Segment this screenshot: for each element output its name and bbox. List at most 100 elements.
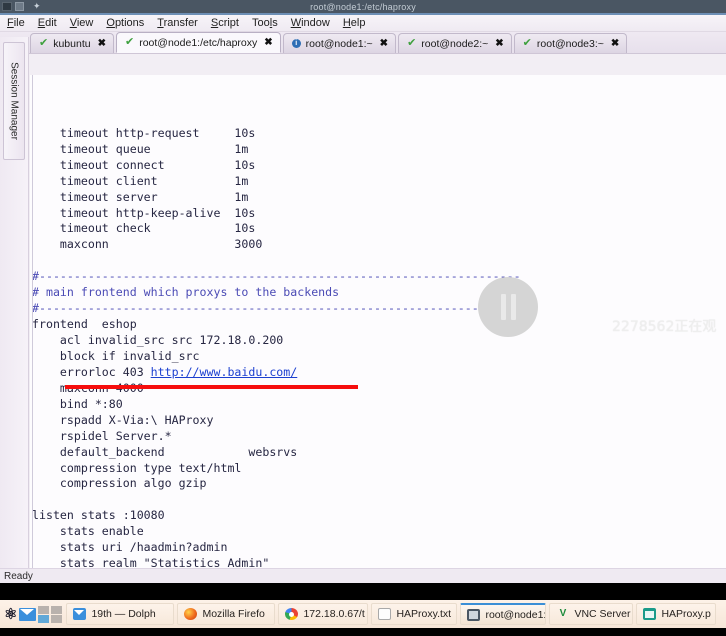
- securecrt-window: File Edit View Options Transfer Script T…: [0, 15, 726, 583]
- menu-tools[interactable]: Tools: [252, 17, 278, 29]
- terminal-line: stats realm "Statistics Admin": [32, 556, 270, 568]
- terminal-line: block if invalid_src: [32, 348, 200, 363]
- tab-close-icon[interactable]: ✖: [98, 38, 106, 49]
- check-icon: ✔: [124, 36, 135, 48]
- haproxy-icon: [643, 608, 657, 620]
- tab-2[interactable]: i root@node1:~ ✖: [282, 33, 397, 53]
- terminal-line: timeout queue 1m: [32, 141, 249, 156]
- check-icon: ✔: [522, 37, 532, 49]
- chrome-icon: [285, 608, 299, 620]
- menu-window[interactable]: Window: [291, 17, 330, 29]
- taskbar-item-label: HAProxy.txt: [396, 608, 452, 620]
- taskbar-launchers: ⚛: [0, 605, 66, 623]
- session-manager-label: Session Manager: [8, 62, 20, 140]
- taskbar-item-1[interactable]: Mozilla Firefo: [177, 603, 276, 625]
- taskbar-item-label: root@node1:: [485, 608, 547, 621]
- pager-icon[interactable]: [38, 605, 63, 623]
- red-underline-annotation: [65, 384, 358, 389]
- pause-icon[interactable]: [478, 277, 538, 337]
- info-icon: i: [291, 39, 301, 48]
- mail-icon[interactable]: [19, 607, 37, 621]
- session-manager-tab[interactable]: Session Manager: [3, 42, 25, 160]
- taskbar-item-label: 19th — Dolph: [91, 608, 156, 620]
- status-bar: Ready: [0, 568, 726, 583]
- terminal-line: compression algo gzip: [32, 476, 207, 491]
- status-text: Ready: [4, 570, 33, 582]
- menu-help[interactable]: Help: [343, 17, 366, 29]
- tab-close-icon[interactable]: ✖: [380, 38, 388, 49]
- tab-label: root@node1:/etc/haproxy: [139, 36, 258, 49]
- menu-options[interactable]: Options: [106, 17, 144, 29]
- tab-label: root@node1:~: [305, 37, 373, 50]
- vnc-icon: V: [559, 608, 567, 619]
- taskbar: ⚛ 19th — Dolph Mozilla Firefo 172.18.0.67/…: [0, 600, 726, 628]
- menu-script[interactable]: Script: [211, 17, 239, 29]
- taskbar-item-label: 172.18.0.67/t: [303, 608, 365, 620]
- kde-menu-icon[interactable]: ⚛: [4, 607, 17, 622]
- tab-label: root@node3:~: [536, 37, 604, 50]
- tab-3[interactable]: ✔ root@node2:~ ✖: [398, 33, 512, 53]
- tab-close-icon[interactable]: ✖: [611, 38, 619, 49]
- terminal-line: # main frontend which proxys to the back…: [32, 285, 340, 300]
- terminal-line: timeout check 10s: [32, 221, 256, 236]
- check-icon: ✔: [39, 37, 49, 49]
- os-titlebar: ✦ root@node1:/etc/haproxy: [0, 0, 726, 13]
- screen: ✦ root@node1:/etc/haproxy File Edit View…: [0, 0, 726, 636]
- terminal-line: bind *:80: [32, 396, 123, 411]
- terminal-line: timeout http-keep-alive 10s: [32, 205, 256, 220]
- firefox-icon: [184, 608, 198, 620]
- terminal-line: compression type text/html: [32, 460, 242, 475]
- tab-label: root@node2:~: [421, 37, 489, 50]
- pause-bar-right: [511, 294, 516, 320]
- terminal-line: stats enable: [32, 524, 144, 539]
- tab-close-icon[interactable]: ✖: [264, 37, 272, 48]
- tab-close-icon[interactable]: ✖: [495, 38, 503, 49]
- dolphin-icon: [73, 608, 87, 620]
- tab-1[interactable]: ✔ root@node1:/etc/haproxy ✖: [115, 32, 281, 53]
- check-icon: ✔: [407, 37, 417, 49]
- tab-label: kubuntu: [53, 37, 91, 50]
- terminal-line: timeout server 1m: [32, 189, 249, 204]
- terminal-line: timeout connect 10s: [32, 157, 256, 172]
- terminal-left-margin: [32, 75, 33, 568]
- menu-bar: File Edit View Options Transfer Script T…: [0, 15, 726, 32]
- text-file-icon: [378, 608, 392, 620]
- os-window-title: root@node1:/etc/haproxy: [310, 1, 416, 12]
- taskbar-item-label: VNC Server: [574, 608, 631, 620]
- taskbar-window-list: 19th — Dolph Mozilla Firefo 172.18.0.67/t H…: [66, 603, 726, 625]
- terminal-line: #---------------------------------------…: [32, 301, 521, 316]
- taskbar-item-label: HAProxy.p: [661, 608, 711, 620]
- terminal-line: errorloc 403 http://www.baidu.com/: [32, 365, 726, 389]
- terminal-line: listen stats :10080: [32, 508, 165, 523]
- terminal-line: stats uri /haadmin?admin: [32, 540, 228, 555]
- taskbar-item-5[interactable]: V VNC Server: [549, 603, 634, 625]
- pause-bar-left: [501, 294, 506, 320]
- terminal-line: default_backend websrvs: [32, 444, 298, 459]
- menu-transfer[interactable]: Transfer: [157, 17, 198, 29]
- menu-file[interactable]: File: [7, 17, 25, 29]
- terminal-line: rspadd X-Via:\ HAProxy: [32, 412, 214, 427]
- menu-view[interactable]: View: [70, 17, 94, 29]
- tab-strip: ✔ kubuntu ✖ ✔ root@node1:/etc/haproxy ✖ i root@…: [0, 32, 726, 54]
- taskbar-item-2[interactable]: 172.18.0.67/t: [278, 603, 369, 625]
- taskbar-item-0[interactable]: 19th — Dolph: [66, 603, 175, 625]
- terminal-line: maxconn 3000: [32, 237, 263, 252]
- session-manager-rail: Session Manager: [0, 37, 29, 583]
- taskbar-item-6[interactable]: HAProxy.p: [636, 603, 717, 625]
- terminal-line: #---------------------------------------…: [32, 269, 521, 284]
- terminal-line: rspidel Server.*: [32, 428, 172, 443]
- taskbar-item-label: Mozilla Firefo: [202, 608, 265, 620]
- taskbar-item-4[interactable]: root@node1:: [460, 603, 547, 625]
- terminal-line: timeout client 1m: [32, 173, 249, 188]
- menu-edit[interactable]: Edit: [38, 17, 57, 29]
- tab-4[interactable]: ✔ root@node3:~ ✖: [513, 33, 628, 53]
- taskbar-item-3[interactable]: HAProxy.txt: [371, 603, 458, 625]
- securecrt-icon: [467, 608, 481, 621]
- screen-bottom-bezel: [0, 628, 726, 636]
- terminal-link[interactable]: http://www.baidu.com/: [151, 365, 298, 379]
- watermark-text: 2278562正在观: [612, 319, 717, 335]
- tab-0[interactable]: ✔ kubuntu ✖: [30, 33, 114, 53]
- terminal-line: timeout http-request 10s: [32, 125, 256, 140]
